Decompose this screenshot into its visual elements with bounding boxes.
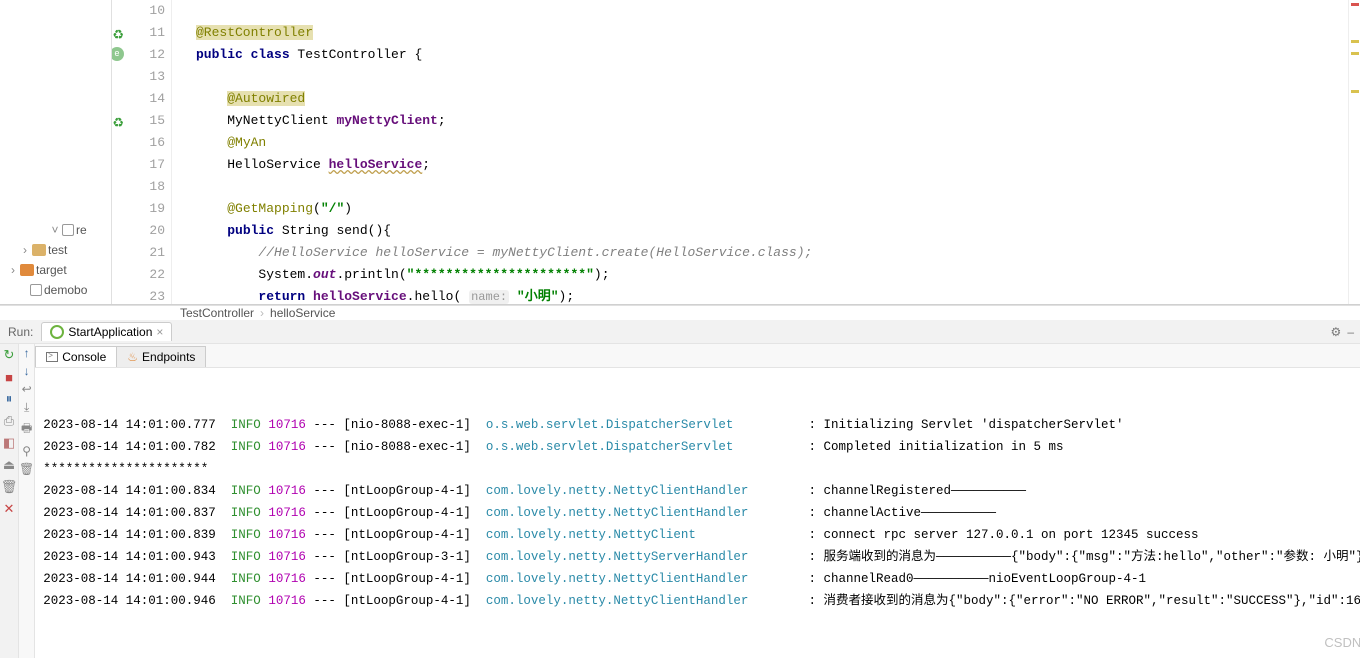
- spring-bean-icon[interactable]: ♻: [112, 113, 124, 127]
- console-output[interactable]: 2023-08-14 14:01:00.777 INFO 10716 --- […: [35, 368, 1360, 658]
- project-tree[interactable]: ˅ re› test› target demobo: [0, 0, 112, 304]
- tree-node[interactable]: › target: [0, 260, 111, 280]
- console-icon: [46, 352, 58, 362]
- tree-node[interactable]: ˅ re: [0, 220, 111, 240]
- log-line[interactable]: 2023-08-14 14:01:00.946 INFO 10716 --- […: [43, 590, 1360, 612]
- print-icon[interactable]: 🖶: [21, 419, 32, 440]
- down-icon[interactable]: ↓: [24, 364, 30, 378]
- code-line[interactable]: @GetMapping("/"): [196, 198, 1348, 220]
- overview-ruler[interactable]: [1348, 0, 1360, 304]
- run-toolbar-left: ↻ ■ ⏸ ⎙ ◧ ⏏ 🗑 ✕: [0, 344, 19, 658]
- clear-icon[interactable]: 🗑: [19, 462, 34, 476]
- log-line[interactable]: 2023-08-14 14:01:00.943 INFO 10716 --- […: [43, 546, 1360, 568]
- run-config-name: StartApplication: [68, 325, 152, 339]
- tab-console[interactable]: Console: [35, 346, 117, 367]
- folder-orange-icon: [20, 264, 34, 276]
- chevron-right-icon: ›: [260, 306, 264, 320]
- code-line[interactable]: @MyAn: [196, 132, 1348, 154]
- code-line[interactable]: return helloService.hello( name: "小明");: [196, 286, 1348, 304]
- dump-icon[interactable]: ⎙: [0, 412, 18, 430]
- stop-icon[interactable]: ■: [0, 368, 18, 386]
- log-line[interactable]: 2023-08-14 14:01:00.837 INFO 10716 --- […: [43, 502, 1360, 524]
- spring-boot-icon: [50, 325, 64, 339]
- endpoint-icon[interactable]: e: [112, 47, 124, 61]
- code-line[interactable]: //HelloService helloService = myNettyCli…: [196, 242, 1348, 264]
- code-editor[interactable]: 1011♻12e131415♻1617181920212223 @RestCon…: [112, 0, 1360, 304]
- code-line[interactable]: [196, 66, 1348, 88]
- code-line[interactable]: @Autowired: [196, 88, 1348, 110]
- run-tool-window: Run: StartApplication × ⚙ – ↻ ■ ⏸ ⎙ ◧ ⏏ …: [0, 320, 1360, 658]
- hide-icon[interactable]: –: [1347, 325, 1360, 339]
- log-line[interactable]: 2023-08-14 14:01:00.839 INFO 10716 --- […: [43, 524, 1360, 546]
- run-config-tab[interactable]: StartApplication ×: [41, 322, 172, 341]
- pause-icon[interactable]: ⏸: [0, 390, 18, 408]
- breadcrumb-class[interactable]: TestController: [180, 306, 254, 320]
- tree-node[interactable]: demobo: [0, 280, 111, 300]
- code-line[interactable]: System.out.println("********************…: [196, 264, 1348, 286]
- run-label: Run:: [0, 325, 41, 339]
- filter-icon[interactable]: ⚲: [22, 444, 31, 458]
- exit-icon[interactable]: ⏏: [0, 456, 18, 474]
- editor-code[interactable]: @RestControllerpublic class TestControll…: [172, 0, 1348, 304]
- pkg-icon: [62, 224, 74, 236]
- log-line[interactable]: 2023-08-14 14:01:00.944 INFO 10716 --- […: [43, 568, 1360, 590]
- pkg-icon: [30, 284, 42, 296]
- breadcrumb[interactable]: TestController › helloService: [0, 305, 1360, 320]
- code-line[interactable]: public class TestController {: [196, 44, 1348, 66]
- code-line[interactable]: @RestController: [196, 22, 1348, 44]
- editor-gutter: 1011♻12e131415♻1617181920212223: [112, 0, 172, 304]
- watermark: CSDN @方孔钱: [1324, 632, 1360, 654]
- up-icon[interactable]: ↑: [24, 346, 30, 360]
- flame-icon: ♨: [127, 350, 138, 364]
- code-line[interactable]: [196, 176, 1348, 198]
- log-line[interactable]: **********************: [43, 458, 1360, 480]
- code-line[interactable]: HelloService helloService;: [196, 154, 1348, 176]
- close-icon[interactable]: ×: [156, 325, 163, 339]
- gear-icon[interactable]: ⚙: [1331, 325, 1348, 339]
- log-line[interactable]: 2023-08-14 14:01:00.834 INFO 10716 --- […: [43, 480, 1360, 502]
- spring-bean-icon[interactable]: ♻: [112, 25, 124, 39]
- rerun-icon[interactable]: ↻: [0, 346, 18, 364]
- code-line[interactable]: public String send(){: [196, 220, 1348, 242]
- log-line[interactable]: 2023-08-14 14:01:00.782 INFO 10716 --- […: [43, 436, 1360, 458]
- trash-icon[interactable]: 🗑: [0, 478, 18, 496]
- code-line[interactable]: [196, 0, 1348, 22]
- tree-node[interactable]: › test: [0, 240, 111, 260]
- log-line[interactable]: 2023-08-14 14:01:00.777 INFO 10716 --- […: [43, 414, 1360, 436]
- scroll-end-icon[interactable]: ⤓: [24, 400, 29, 415]
- tab-endpoints[interactable]: ♨ Endpoints: [116, 346, 206, 367]
- console-toolbar: ↑ ↓ ↩ ⤓ 🖶 ⚲ 🗑: [19, 344, 35, 658]
- soft-wrap-icon[interactable]: ↩: [22, 382, 32, 396]
- breadcrumb-member[interactable]: helloService: [270, 306, 335, 320]
- layout-icon[interactable]: ◧: [0, 434, 18, 452]
- code-line[interactable]: MyNettyClient myNettyClient;: [196, 110, 1348, 132]
- folder-icon: [32, 244, 46, 256]
- close-run-icon[interactable]: ✕: [0, 500, 18, 518]
